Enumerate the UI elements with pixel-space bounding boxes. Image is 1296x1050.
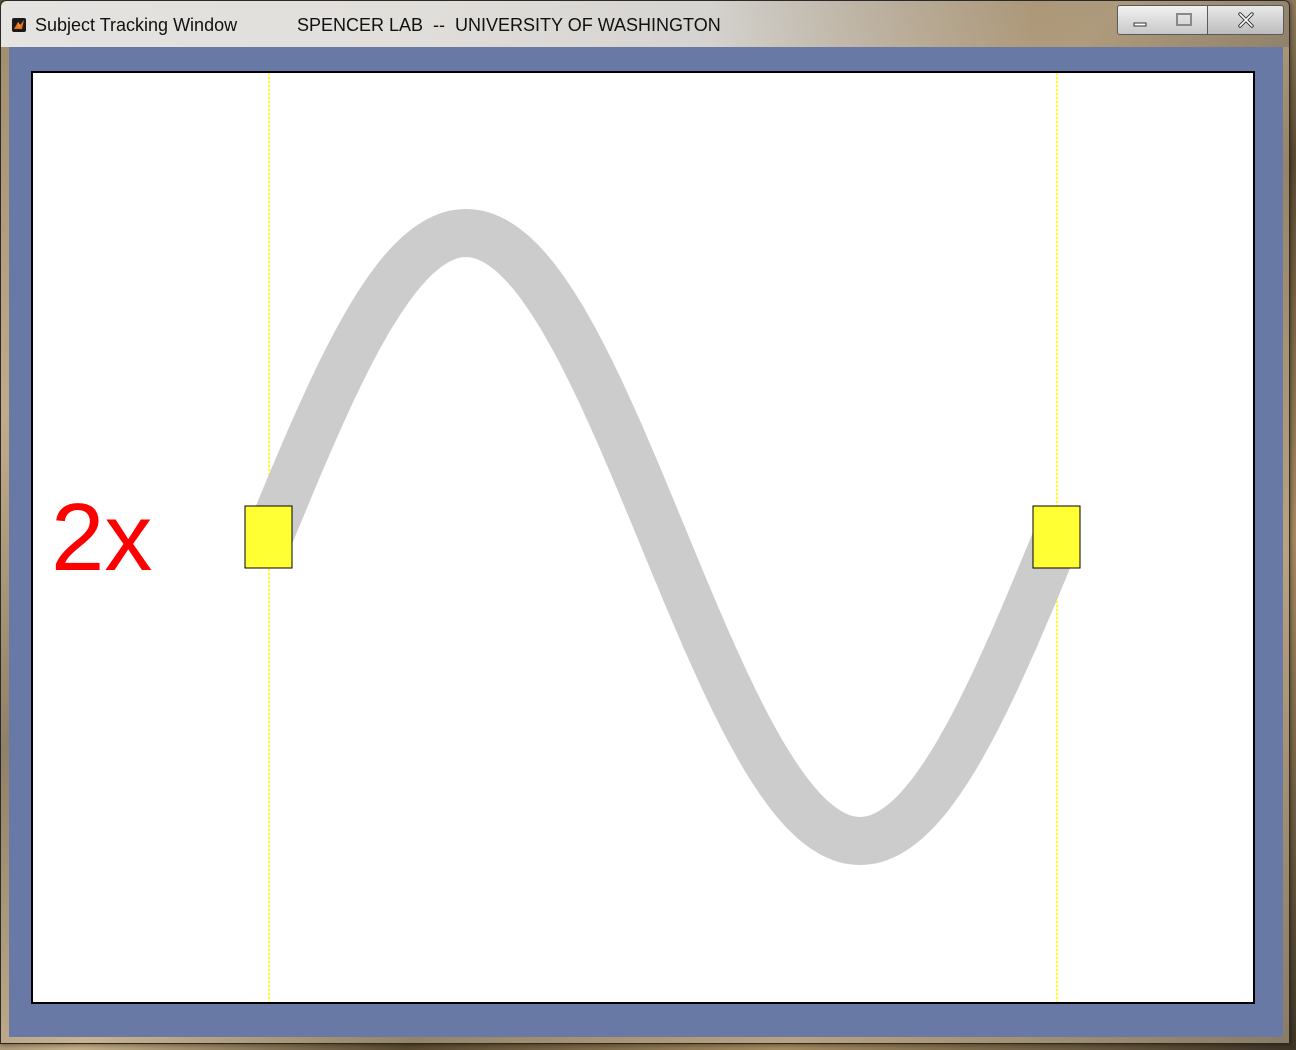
minimize-icon — [1133, 22, 1146, 27]
close-button[interactable] — [1208, 5, 1284, 35]
tracking-canvas[interactable]: 2x — [31, 71, 1255, 1004]
minimize-button[interactable] — [1117, 5, 1162, 35]
maximize-icon — [1176, 13, 1192, 26]
speed-multiplier-label: 2x — [51, 484, 153, 591]
end-marker[interactable] — [1032, 505, 1081, 569]
tracking-plot — [244, 73, 1081, 1002]
maximize-button[interactable] — [1161, 5, 1208, 35]
window-title: Subject Tracking Window — [35, 15, 238, 35]
title-bar[interactable]: Subject Tracking Window SPENCER LAB -- U… — [1, 1, 1289, 47]
start-marker[interactable] — [244, 505, 293, 569]
figure-area: 2x — [9, 47, 1283, 1037]
close-icon — [1237, 12, 1254, 28]
target-path — [246, 209, 1080, 865]
window-subtitle: SPENCER LAB -- UNIVERSITY OF WASHINGTON — [297, 15, 721, 35]
matlab-app-icon — [12, 18, 26, 32]
subject-tracking-window: Subject Tracking Window SPENCER LAB -- U… — [0, 0, 1290, 1044]
